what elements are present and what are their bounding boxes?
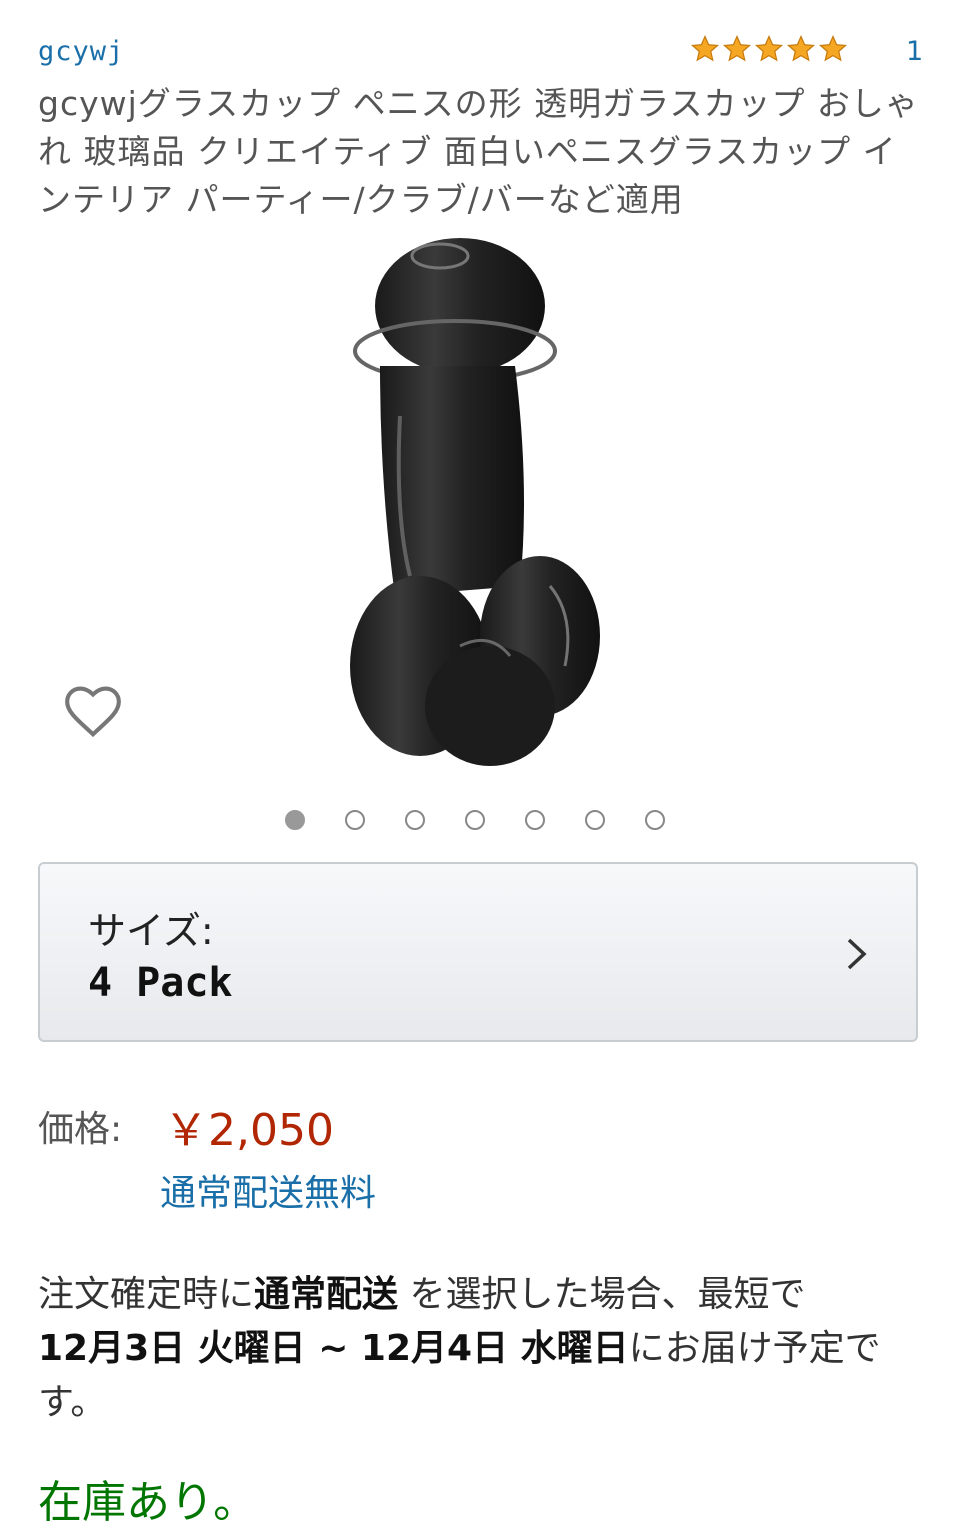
star-rating[interactable] — [690, 34, 850, 64]
carousel-indicator — [285, 810, 705, 830]
product-image[interactable] — [340, 236, 620, 776]
size-selector[interactable]: サイズ: 4 Pack — [38, 862, 918, 1042]
star-icon — [786, 34, 816, 62]
delivery-method: 通常配送 — [254, 1274, 399, 1315]
carousel-dot[interactable] — [645, 810, 665, 830]
price-value: ￥2,050 — [164, 1105, 334, 1156]
carousel-dot[interactable] — [465, 810, 485, 830]
star-icon — [754, 34, 784, 62]
carousel-dot[interactable] — [585, 810, 605, 830]
delivery-middle: を選択した場合、最短で — [398, 1274, 806, 1315]
carousel-dot[interactable] — [345, 810, 365, 830]
carousel-dot[interactable] — [405, 810, 425, 830]
free-shipping-link[interactable]: 通常配送無料 — [160, 1164, 376, 1216]
heart-outline-icon[interactable] — [62, 680, 124, 742]
star-icon — [818, 34, 848, 62]
rating-count[interactable]: 1 — [906, 36, 923, 67]
brand-link[interactable]: gcywj — [38, 36, 124, 67]
star-icon — [722, 34, 752, 62]
delivery-prefix: 注文確定時に — [38, 1274, 255, 1315]
price-label: 価格: — [38, 1109, 123, 1150]
delivery-date-to: 12月4日 水曜日 — [360, 1328, 629, 1369]
delivery-date-from: 12月3日 火曜日 — [38, 1328, 306, 1369]
size-value: 4 Pack — [88, 960, 233, 1006]
star-icon — [690, 34, 720, 62]
stock-status: 在庫あり。 — [38, 1477, 258, 1528]
carousel-dot[interactable] — [285, 810, 305, 830]
carousel-dot[interactable] — [525, 810, 545, 830]
product-title: gcywjグラスカップ ペニスの形 透明ガラスカップ おしゃれ 玻璃品 クリエイ… — [38, 84, 919, 219]
size-label: サイズ: — [88, 909, 214, 953]
delivery-separator: ~ — [305, 1328, 361, 1369]
delivery-estimate: 注文確定時に通常配送 を選択した場合、最短で 12月3日 火曜日 ~ 12月4日 … — [38, 1268, 928, 1430]
chevron-right-icon — [847, 938, 867, 970]
